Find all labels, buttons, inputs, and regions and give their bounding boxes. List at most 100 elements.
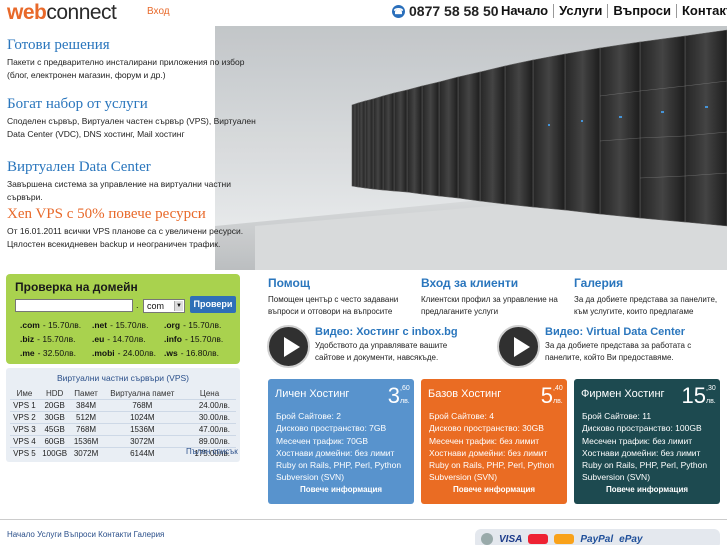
top-navigation: Начало Услуги Въпроси Контакти xyxy=(496,4,727,18)
login-link[interactable]: Вход xyxy=(147,6,170,17)
intro-text: От 16.01.2011 всички VPS планове са с ув… xyxy=(7,226,244,249)
video-title[interactable]: Видео: Virtual Data Center xyxy=(545,326,685,338)
help-title[interactable]: Помощ xyxy=(268,276,418,290)
cell: 3072M xyxy=(101,434,184,447)
phone-text: 0877 58 58 50 xyxy=(409,3,499,19)
plan-features: Брой Сайтове: 4 Дисково пространство: 30… xyxy=(429,410,564,484)
intro-xen-vps: Xen VPS с 50% повече ресурси От 16.01.20… xyxy=(7,206,267,251)
nav-contacts[interactable]: Контакти xyxy=(676,4,727,18)
hero-banner: Готови решения Пакети с предварително ин… xyxy=(0,26,727,270)
tld-price: .ws - 16.80лв. xyxy=(164,348,220,358)
video-title[interactable]: Видео: Хостинг с inbox.bg xyxy=(315,326,458,338)
tld-price: .com - 15.70лв. xyxy=(20,320,82,330)
cell: 30GB xyxy=(38,410,71,423)
footer-nav[interactable]: Начало Услуги Въпроси Контакти Галерия xyxy=(7,530,164,539)
cell: 20GB xyxy=(38,398,71,411)
tld-price: .org - 15.70лв. xyxy=(164,320,222,330)
intro-title[interactable]: Готови решения xyxy=(7,37,267,54)
cell: 768M xyxy=(101,398,184,411)
plan-feature: Дисково пространство: 30GB xyxy=(429,423,544,434)
cell: 1536M xyxy=(101,422,184,435)
video-text: За да добиете представа за работата с па… xyxy=(545,341,692,362)
plan-features: Брой Сайтове: 11 Дисково пространство: 1… xyxy=(582,410,717,484)
plan-feature: Subversion (SVN) xyxy=(429,472,498,483)
payment-logos: VISA PayPal ePay xyxy=(475,529,720,545)
price-unit: лв. xyxy=(400,398,410,405)
video-data-center[interactable]: Видео: Virtual Data Center За да добиете… xyxy=(497,323,691,368)
price-unit: лв. xyxy=(553,398,563,405)
intro-title[interactable]: Виртуален Data Center xyxy=(7,159,267,176)
cell: 6144M xyxy=(101,446,184,459)
intro-data-center: Виртуален Data Center Завършена система … xyxy=(7,159,267,204)
col-header: Име xyxy=(16,388,33,398)
nav-home[interactable]: Начало xyxy=(496,4,553,18)
tld-price: .biz - 15.70лв. xyxy=(20,334,76,344)
paypal-logo: PayPal xyxy=(580,533,614,545)
plan-feature: Брой Сайтове: 4 xyxy=(429,411,494,421)
plan-name: Фирмен Хостинг xyxy=(581,388,665,400)
tld-price-grid: .com - 15.70лв. .net - 15.70лв. .org - 15.7… xyxy=(20,318,238,360)
plan-feature: Месечен трафик: 70GB xyxy=(276,435,369,446)
more-info-link[interactable]: Повече информация xyxy=(574,485,720,494)
tld-select-value: com xyxy=(147,301,165,311)
domain-input[interactable] xyxy=(15,299,133,312)
cell: 768M xyxy=(70,422,102,435)
plan-price: 5,40 лв. xyxy=(540,383,563,409)
tld-price: .eu - 14.70лв. xyxy=(92,334,146,344)
domain-dot: . xyxy=(136,300,139,310)
domain-title: Проверка на домейн xyxy=(15,280,138,294)
check-domain-button[interactable]: Провери xyxy=(190,296,236,313)
vps-full-list-link[interactable]: Пълен списък xyxy=(186,447,238,456)
tld-select[interactable]: com ▼ xyxy=(143,299,185,313)
intro-text: Завършена система за управление на вирту… xyxy=(7,179,231,202)
visa-logo: VISA xyxy=(499,533,523,545)
more-info-link[interactable]: Повече информация xyxy=(268,485,414,494)
plan-feature: Месечен трафик: без лимит xyxy=(582,435,693,446)
logo[interactable]: webconnect xyxy=(7,1,117,25)
nav-faq[interactable]: Въпроси xyxy=(607,4,676,18)
intro-text: Пакети с предварително инсталирани прило… xyxy=(7,57,245,80)
plan-features: Брой Сайтове: 2 Дисково пространство: 7G… xyxy=(276,410,411,484)
col-header: Памет xyxy=(74,388,98,398)
client-login-column: Вход за клиенти Клиентски профил за упра… xyxy=(421,276,571,318)
help-column: Помощ Помощен център с често задавани въ… xyxy=(268,276,418,318)
plan-personal: Личен Хостинг 3,60 лв. Брой Сайтове: 2 Ди… xyxy=(268,379,414,504)
cell: VPS 2 xyxy=(10,410,39,423)
price-main: 5 xyxy=(540,383,553,408)
plan-feature: Хостнави домейни: без лимит xyxy=(429,447,548,458)
phone-icon: ☎ xyxy=(392,4,405,18)
epay-logo: ePay xyxy=(619,533,643,545)
play-icon[interactable] xyxy=(267,325,310,368)
plan-price: 15,30 лв. xyxy=(682,383,716,409)
plan-business: Фирмен Хостинг 15,30 лв. Брой Сайтове: 11… xyxy=(574,379,720,504)
table-row: VPS 4 60GB 1536M 3072M 89.00лв. xyxy=(10,434,236,447)
cell: 47.00лв. xyxy=(183,422,236,435)
cell: 60GB xyxy=(38,434,71,447)
server-room-image xyxy=(215,26,727,270)
plan-basic: Базов Хостинг 5,40 лв. Брой Сайтове: 4 Ди… xyxy=(421,379,567,504)
nav-services[interactable]: Услуги xyxy=(553,4,607,18)
play-icon[interactable] xyxy=(497,325,540,368)
table-row: VPS 2 30GB 512M 1024M 30.00лв. xyxy=(10,410,236,423)
tld-price: .info - 15.70лв. xyxy=(164,334,224,344)
video-inbox[interactable]: Видео: Хостинг с inbox.bg Удобството да … xyxy=(267,323,458,368)
price-unit: лв. xyxy=(706,398,716,405)
client-login-text: Клиентски профил за управление на предла… xyxy=(421,295,558,316)
tld-price: .me - 32.50лв. xyxy=(20,348,76,358)
tld-row: .biz - 15.70лв. .eu - 14.70лв. .info - 15.7… xyxy=(20,332,238,346)
gallery-title[interactable]: Галерия xyxy=(574,276,724,290)
cell: VPS 4 xyxy=(10,434,39,447)
plan-name: Базов Хостинг xyxy=(428,388,502,400)
plan-feature: Дисково пространство: 100GB xyxy=(582,423,702,434)
col-header: HDD xyxy=(46,388,64,398)
more-info-link[interactable]: Повече информация xyxy=(421,485,567,494)
cell: 1536M xyxy=(70,434,102,447)
client-login-title[interactable]: Вход за клиенти xyxy=(421,276,571,290)
table-row: VPS 1 20GB 384M 768M 24.00лв. xyxy=(10,398,236,411)
tld-row: .me - 32.50лв. .mobi - 24.00лв. .ws - 16.80… xyxy=(20,346,238,360)
intro-title[interactable]: Богат набор от услуги xyxy=(7,96,267,113)
table-row: VPS 3 45GB 768M 1536M 47.00лв. xyxy=(10,422,236,435)
video-text: Удобството да управлявате вашите сайтове… xyxy=(315,341,448,362)
vps-title[interactable]: Виртуални частни сървъри (VPS) xyxy=(6,373,240,383)
intro-title[interactable]: Xen VPS с 50% повече ресурси xyxy=(7,206,267,223)
